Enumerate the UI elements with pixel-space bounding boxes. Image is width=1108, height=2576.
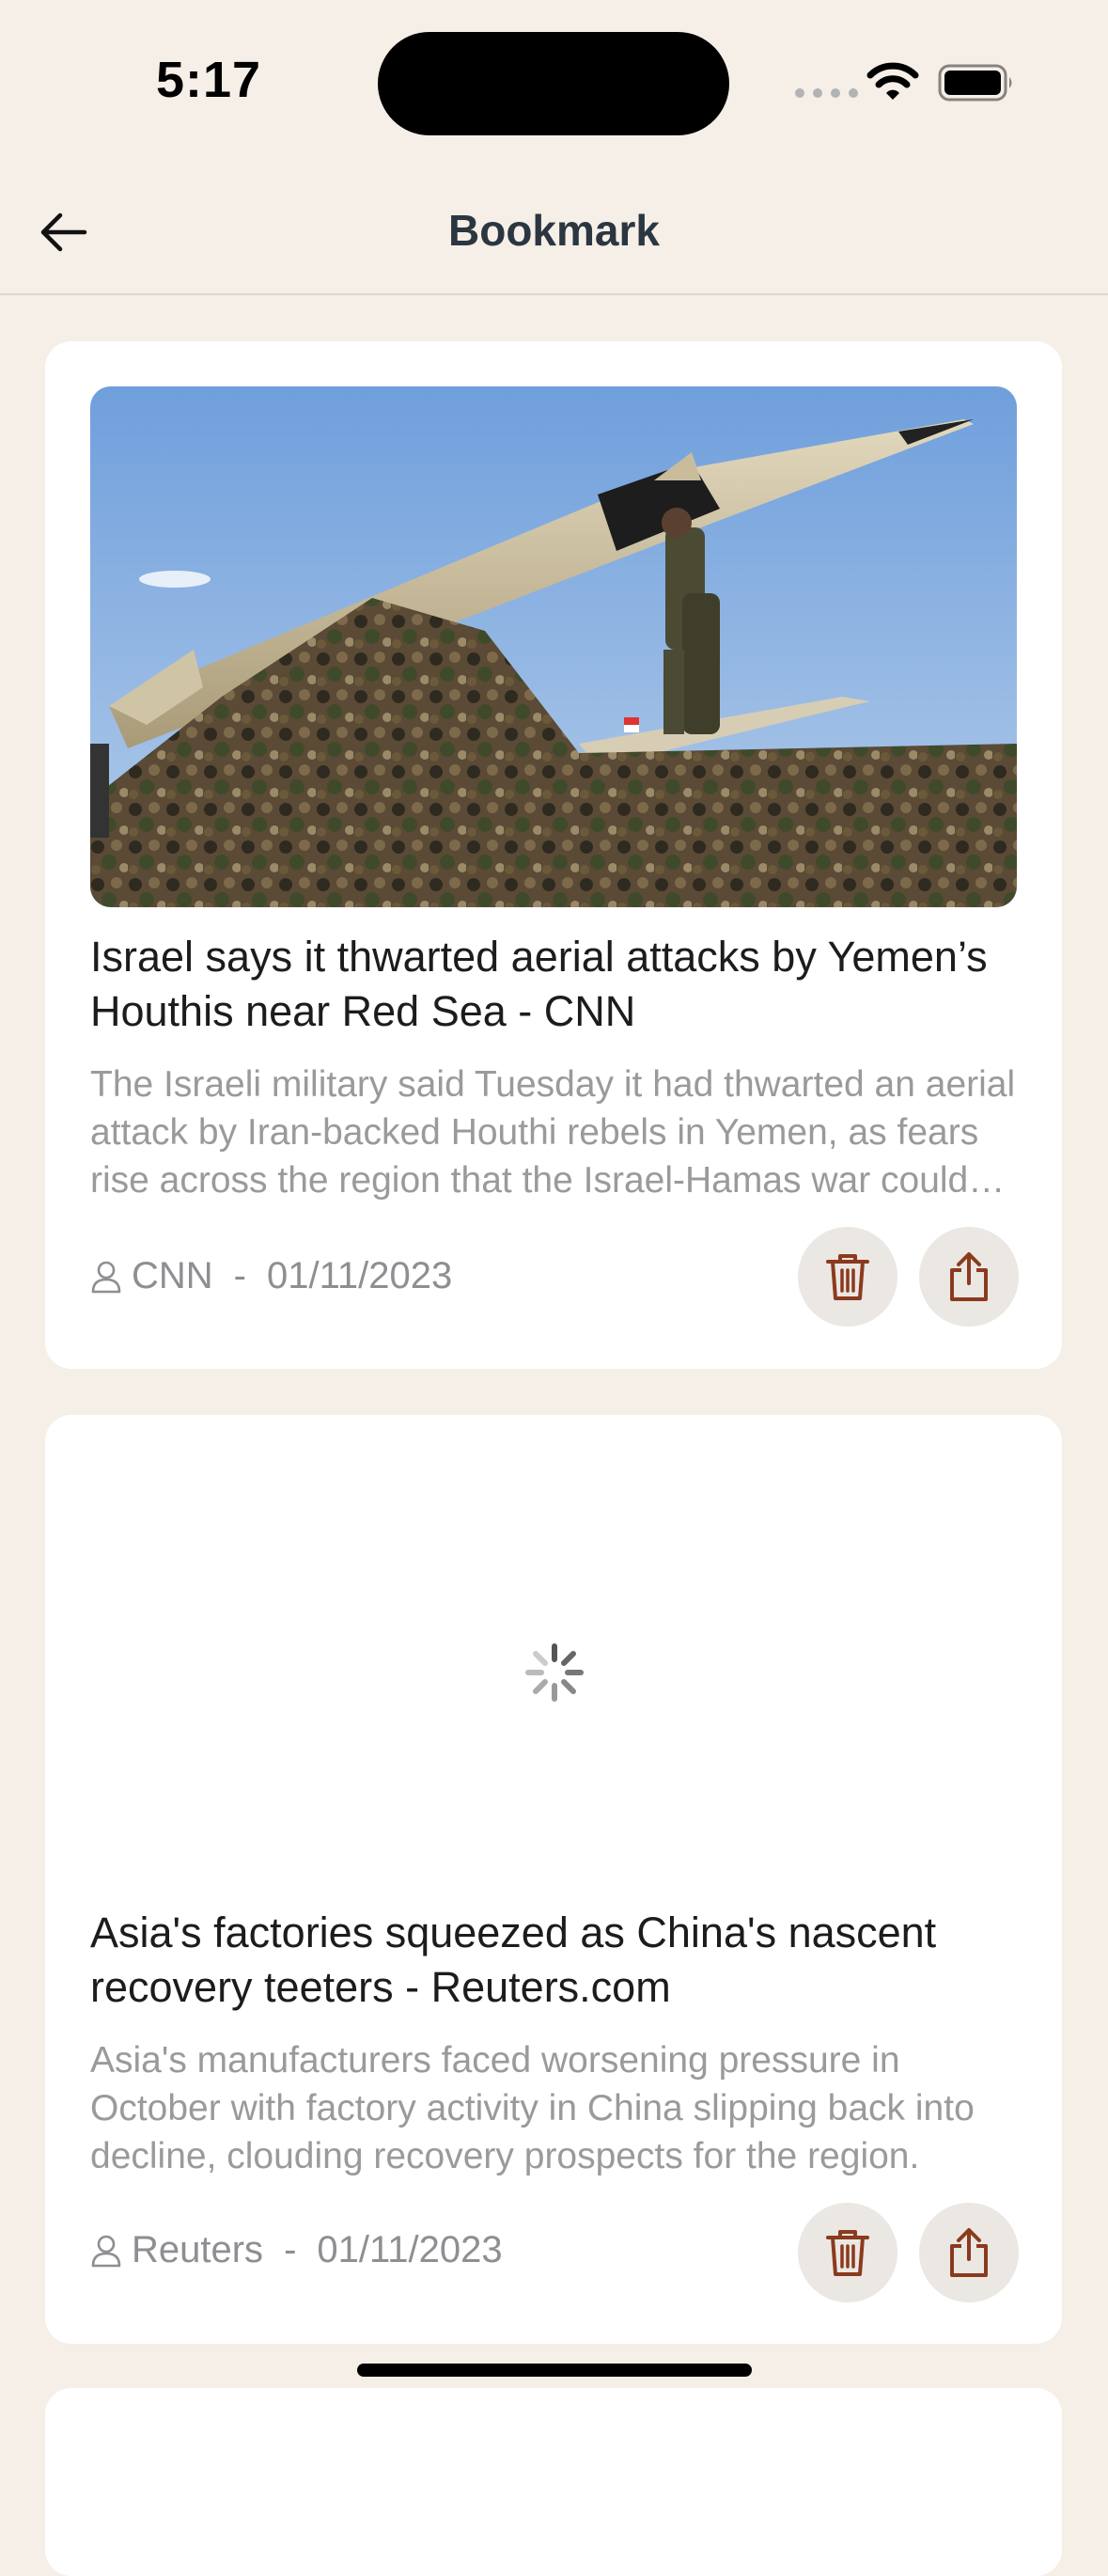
share-icon (950, 1252, 988, 1301)
article-meta: CNN - 01/11/2023 (90, 1255, 452, 1297)
trash-icon (826, 2230, 869, 2276)
home-indicator[interactable] (357, 2364, 752, 2377)
article-image (90, 386, 1017, 907)
loading-spinner-icon (525, 1643, 584, 1702)
article-card[interactable]: Israel says it thwarted aerial attacks b… (45, 341, 1062, 1369)
delete-bookmark-button[interactable] (798, 1227, 897, 1327)
share-icon (950, 2228, 988, 2277)
person-icon (91, 1261, 121, 1293)
article-description: The Israeli military said Tuesday it had… (90, 1064, 1016, 1201)
delete-bookmark-button[interactable] (798, 2203, 897, 2302)
page-title: Bookmark (448, 206, 660, 255)
status-bar: 5:17 (0, 0, 1108, 169)
article-card[interactable] (45, 2388, 1062, 2576)
article-description: Asia's manufacturers faced worsening pre… (90, 2040, 975, 2176)
wifi-icon (866, 62, 919, 100)
battery-icon (938, 64, 1012, 102)
article-headline[interactable]: Asia's factories squeezed as China's nas… (90, 1906, 1021, 2015)
article-date: 01/11/2023 (317, 2229, 503, 2270)
article-source: CNN (132, 1255, 213, 1296)
meta-separator: - (284, 2229, 297, 2270)
meta-separator: - (233, 1255, 246, 1296)
share-button[interactable] (919, 1227, 1019, 1327)
article-headline[interactable]: Israel says it thwarted aerial attacks b… (90, 930, 1021, 1039)
status-time: 5:17 (156, 52, 262, 108)
cellular-signal-icon (795, 88, 858, 98)
dynamic-island (378, 32, 729, 135)
article-date: 01/11/2023 (267, 1255, 453, 1296)
article-card[interactable]: Asia's factories squeezed as China's nas… (45, 1415, 1062, 2344)
nav-header: Bookmark (0, 169, 1108, 295)
trash-icon (826, 1254, 869, 1300)
share-button[interactable] (919, 2203, 1019, 2302)
article-meta: Reuters - 01/11/2023 (90, 2229, 503, 2271)
person-icon (91, 2235, 121, 2267)
missile-photo (90, 386, 1017, 907)
article-source: Reuters (132, 2229, 264, 2270)
